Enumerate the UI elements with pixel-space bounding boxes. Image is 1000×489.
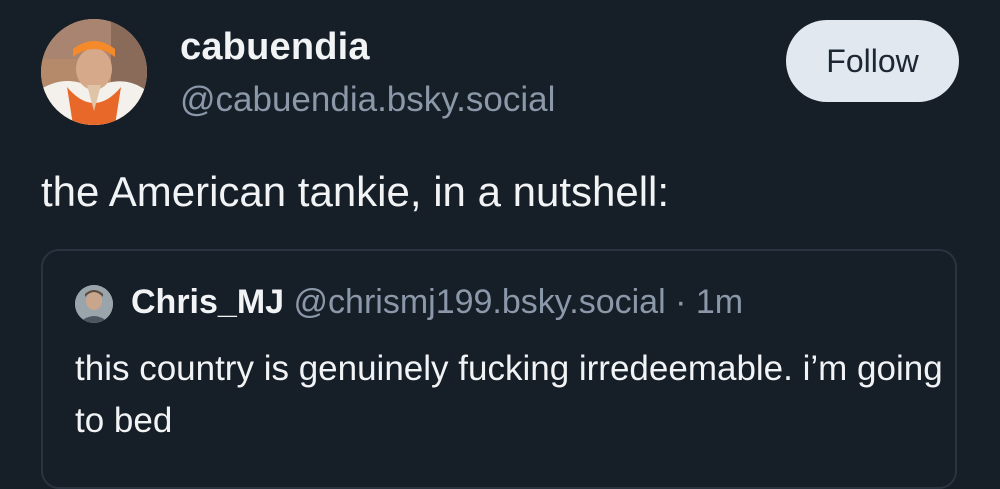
quoted-post-text: this country is genuinely fucking irrede… xyxy=(75,349,943,440)
user-avatar-icon xyxy=(75,285,113,323)
author-handle[interactable]: @cabuendia.bsky.social xyxy=(180,80,555,120)
separator-dot: · xyxy=(675,283,687,321)
quoted-author-display-name[interactable]: Chris_MJ xyxy=(131,283,284,321)
quoted-post-card[interactable]: Chris_MJ @chrismj199.bsky.social · 1m th… xyxy=(41,249,957,489)
follow-button[interactable]: Follow xyxy=(786,20,959,102)
author-display-name[interactable]: cabuendia xyxy=(180,26,370,69)
user-avatar-icon xyxy=(41,19,147,125)
quoted-author-handle[interactable]: @chrismj199.bsky.social xyxy=(294,283,666,321)
post-container: cabuendia @cabuendia.bsky.social Follow … xyxy=(0,0,1000,489)
post-text: the American tankie, in a nutshell: xyxy=(41,168,670,215)
author-avatar[interactable] xyxy=(41,19,147,125)
quoted-post-header: Chris_MJ @chrismj199.bsky.social · 1m xyxy=(131,283,743,322)
quoted-author-avatar[interactable] xyxy=(75,285,113,323)
quoted-post-timestamp: 1m xyxy=(695,283,744,321)
